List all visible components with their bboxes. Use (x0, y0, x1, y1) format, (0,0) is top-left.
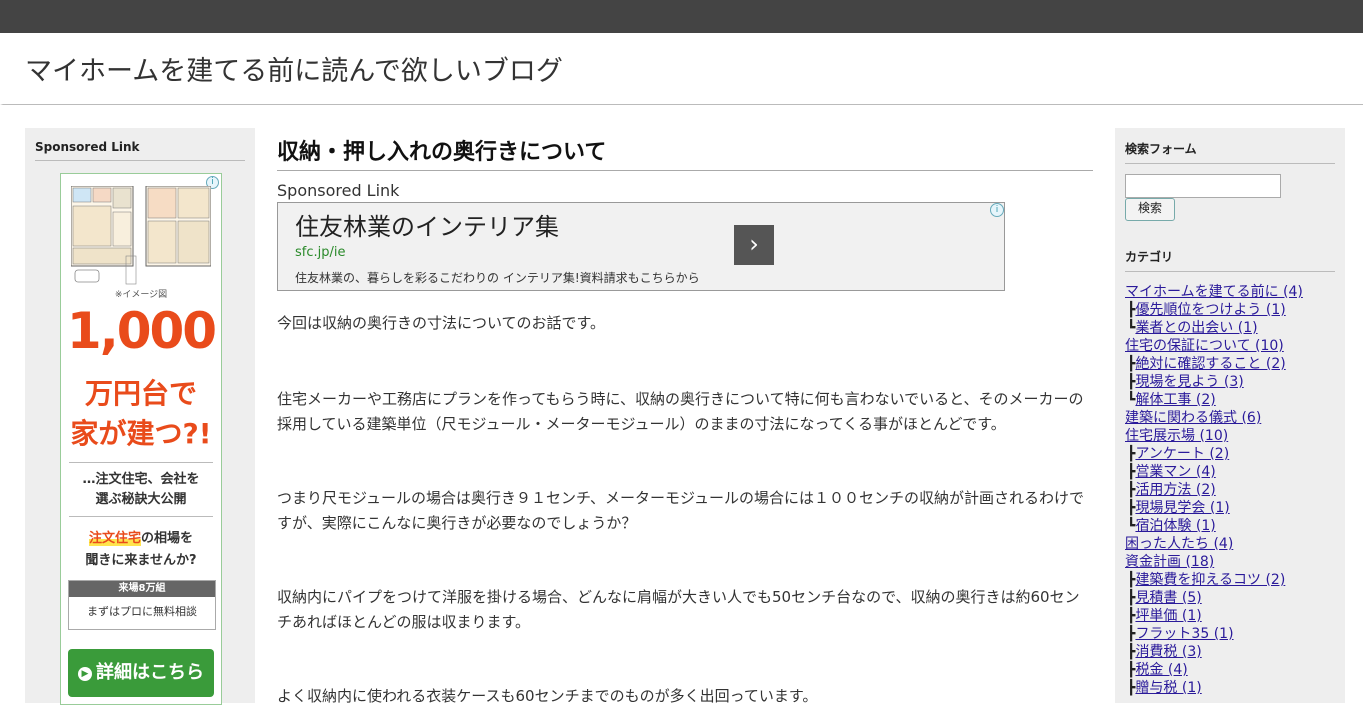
category-item[interactable]: 住宅展示場 (10) (1125, 427, 1335, 445)
category-item[interactable]: ┣フラット35 (1) (1125, 625, 1335, 643)
ad-subtext-1: …注文住宅、会社を (82, 472, 200, 487)
ad-detail-button-label: 詳細はこちら (96, 662, 204, 683)
category-link[interactable]: アンケート (2) (1135, 446, 1229, 462)
category-item[interactable]: 資金計画 (18) (1125, 553, 1335, 571)
ad-headline-number: 1,000 (66, 302, 217, 360)
search-form-heading: 検索フォーム (1125, 128, 1335, 164)
ad-headline-line1: 万円台で (84, 377, 197, 410)
floorplan-image (71, 186, 211, 285)
left-sidebar: Sponsored Link i ※イメージ図 1,000 万円台で 家が建つ?… (25, 128, 255, 705)
paragraph: つまり尺モジュールの場合は奥行き９１センチ、メーターモジュールの場合には１００セ… (277, 489, 1085, 532)
ad-question-line1: 注文住宅の相場を (61, 528, 221, 550)
category-item[interactable]: マイホームを建てる前に (4) (1125, 283, 1335, 301)
category-link[interactable]: 贈与税 (1) (1135, 680, 1201, 696)
ad-image-caption: ※イメージ図 (114, 290, 168, 300)
site-header: マイホームを建てる前に読んで欲しいブログ (0, 33, 1363, 105)
text-ad-description: 住友林業の、暮らしを彩るこだわりの インテリア集!資料請求もこちらから (295, 271, 700, 285)
category-link[interactable]: マイホームを建てる前に (4) (1125, 284, 1303, 300)
ad-divider (69, 462, 213, 463)
category-item[interactable]: ┣現場見学会 (1) (1125, 499, 1335, 517)
category-item[interactable]: ┣営業マン (4) (1125, 463, 1335, 481)
paragraph: 収納内にパイプをつけて洋服を掛ける場合、どんなに肩幅が大きい人でも50センチ台な… (277, 588, 1080, 631)
category-item[interactable]: ┣アンケート (2) (1125, 445, 1335, 463)
main-content: 収納・押し入れの奥行きについて Sponsored Link 住友林業のインテリ… (277, 128, 1093, 709)
right-sidebar: 検索フォーム 検索 カテゴリ マイホームを建てる前に (4) ┣優先順位をつけよ… (1115, 128, 1345, 703)
category-link[interactable]: 困った人たち (4) (1125, 536, 1233, 552)
category-item[interactable]: ┣現場を見よう (3) (1125, 373, 1335, 391)
ad-question-rest: の相場を (141, 531, 194, 546)
category-item[interactable]: 困った人たち (4) (1125, 535, 1335, 553)
category-item[interactable]: ┣消費税 (3) (1125, 643, 1335, 661)
category-item[interactable]: ┣絶対に確認すること (2) (1125, 355, 1335, 373)
category-link[interactable]: 絶対に確認すること (2) (1135, 356, 1285, 372)
paragraph: よく収納内に使われる衣装ケースも60センチまでのものが多く出回っています。 (277, 687, 818, 705)
category-heading: カテゴリ (1125, 236, 1335, 272)
category-item[interactable]: 住宅の保証について (10) (1125, 337, 1335, 355)
category-link[interactable]: 業者との出会い (1) (1135, 320, 1257, 336)
text-ad[interactable]: 住友林業のインテリア集 sfc.jp/ie 住友林業の、暮らしを彩るこだわりの … (277, 202, 1005, 291)
category-item[interactable]: ┣税金 (4) (1125, 661, 1335, 679)
search-button[interactable]: 検索 (1125, 198, 1175, 221)
category-link[interactable]: 住宅展示場 (10) (1125, 428, 1228, 444)
ad-highlight: 注文住宅 (88, 531, 141, 546)
category-item[interactable]: ┗宿泊体験 (1) (1125, 517, 1335, 535)
category-link[interactable]: 坪単価 (1) (1135, 608, 1201, 624)
category-item[interactable]: ┣活用方法 (2) (1125, 481, 1335, 499)
category-link[interactable]: 営業マン (4) (1135, 464, 1215, 480)
ad-info-icon[interactable]: i (990, 203, 1004, 217)
category-link[interactable]: 見積書 (5) (1135, 590, 1201, 606)
chevron-right-icon[interactable]: › (734, 225, 774, 265)
category-link[interactable]: 優先順位をつけよう (1) (1135, 302, 1285, 318)
sidebar-banner-ad[interactable]: i ※イメージ図 1,000 万円台で 家が建つ?! …注文住宅、会社を 選ぶ秘… (60, 173, 222, 705)
ad-subtext-2: 選ぶ秘訣大公開 (95, 492, 187, 507)
top-bar (0, 0, 1363, 33)
category-link[interactable]: フラット35 (1) (1135, 626, 1233, 642)
site-title[interactable]: マイホームを建てる前に読んで欲しいブログ (25, 49, 563, 88)
ad-divider (69, 516, 213, 517)
category-link[interactable]: 現場見学会 (1) (1135, 500, 1229, 516)
paragraph: 住宅メーカーや工務店にプランを作ってもらう時に、収納の奥行きについて特に何も言わ… (277, 390, 1084, 433)
ad-question-line2: 聞きに来ませんか? (85, 553, 197, 568)
category-link[interactable]: 資金計画 (18) (1125, 554, 1214, 570)
paragraph: 今回は収納の奥行きの寸法についてのお話です。 (277, 314, 606, 332)
page-body: Sponsored Link i ※イメージ図 1,000 万円台で 家が建つ?… (0, 104, 1363, 705)
ad-box-top: 来場8万組 (69, 581, 215, 597)
category-item[interactable]: ┗解体工事 (2) (1125, 391, 1335, 409)
category-link[interactable]: 活用方法 (2) (1135, 482, 1215, 498)
category-link[interactable]: 解体工事 (2) (1135, 392, 1215, 408)
category-link[interactable]: 建築費を抑えるコツ (2) (1135, 572, 1285, 588)
post-title: 収納・押し入れの奥行きについて (277, 128, 1093, 171)
ad-detail-button[interactable]: ▶ 詳細はこちら (68, 649, 214, 697)
category-link[interactable]: 建築に関わる儀式 (6) (1125, 410, 1261, 426)
category-item[interactable]: ┣坪単価 (1) (1125, 607, 1335, 625)
category-item[interactable]: 建築に関わる儀式 (6) (1125, 409, 1335, 427)
category-item[interactable]: ┣見積書 (5) (1125, 589, 1335, 607)
category-link[interactable]: 消費税 (3) (1135, 644, 1201, 660)
ad-consult-box: 来場8万組 まずはプロに無料相談 (68, 580, 216, 630)
category-link[interactable]: 住宅の保証について (10) (1125, 338, 1284, 354)
text-ad-url[interactable]: sfc.jp/ie (295, 245, 345, 260)
category-list: マイホームを建てる前に (4) ┣優先順位をつけよう (1) ┗業者との出会い … (1125, 283, 1335, 697)
ad-box-bottom: まずはプロに無料相談 (87, 605, 197, 618)
category-item[interactable]: ┣建築費を抑えるコツ (2) (1125, 571, 1335, 589)
category-item[interactable]: ┣贈与税 (1) (1125, 679, 1335, 697)
category-link[interactable]: 税金 (4) (1135, 662, 1187, 678)
category-item[interactable]: ┣優先順位をつけよう (1) (1125, 301, 1335, 319)
category-link[interactable]: 現場を見よう (3) (1135, 374, 1243, 390)
text-ad-title[interactable]: 住友林業のインテリア集 (295, 207, 559, 242)
ad-headline-line2: 家が建つ?! (70, 417, 212, 450)
search-input[interactable] (1125, 174, 1281, 198)
sponsored-link-label: Sponsored Link (277, 181, 400, 200)
play-icon: ▶ (78, 667, 92, 681)
sponsored-link-heading: Sponsored Link (35, 128, 245, 161)
category-item[interactable]: ┗業者との出会い (1) (1125, 319, 1335, 337)
category-link[interactable]: 宿泊体験 (1) (1135, 518, 1215, 534)
